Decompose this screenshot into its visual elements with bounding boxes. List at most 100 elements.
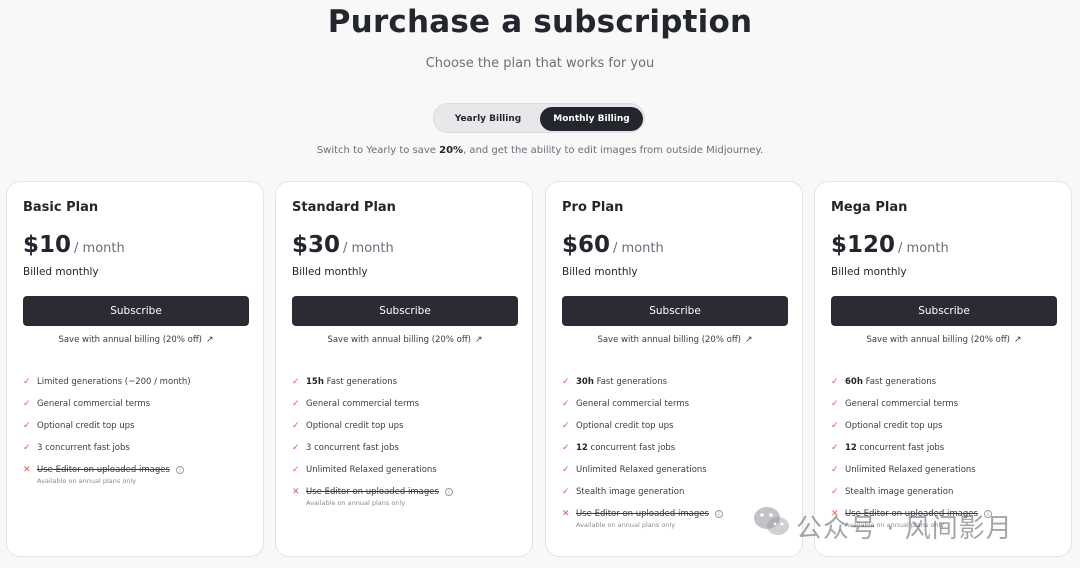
check-icon: ✓ <box>292 465 300 475</box>
annual-billing-link[interactable]: Save with annual billing (20% off) ↗ <box>276 335 534 345</box>
feature-label: Optional credit top ups <box>845 421 943 431</box>
feature-highlight: 12 <box>845 443 857 453</box>
cross-icon: ✕ <box>292 487 300 497</box>
feature-label: Stealth image generation <box>845 487 954 497</box>
feature-label: 3 concurrent fast jobs <box>306 443 399 453</box>
feature-item: ✓ 12 concurrent fast jobs <box>831 443 1061 465</box>
feature-label: Optional credit top ups <box>576 421 674 431</box>
check-icon: ✓ <box>831 399 839 409</box>
annual-billing-link[interactable]: Save with annual billing (20% off) ↗ <box>7 335 265 345</box>
yearly-savings-note: Switch to Yearly to save 20%, and get th… <box>0 145 1080 156</box>
feature-label: Fast generations <box>593 377 668 387</box>
feature-item: ✓ Limited generations (~200 / month) <box>23 377 253 399</box>
feature-text: Stealth image generation <box>845 487 953 497</box>
info-icon[interactable]: i <box>444 487 453 496</box>
check-icon: ✓ <box>292 399 300 409</box>
feature-item: ✓ 3 concurrent fast jobs <box>23 443 253 465</box>
billing-period-label: Billed monthly <box>562 266 638 278</box>
cross-icon: ✕ <box>562 509 570 519</box>
check-icon: ✓ <box>831 421 839 431</box>
plan-price: $60 <box>562 232 611 258</box>
plan-name: Mega Plan <box>831 200 908 215</box>
check-icon: ✓ <box>562 421 570 431</box>
feature-label: Stealth image generation <box>576 487 685 497</box>
feature-text: Use Editor on uploaded images i <box>306 487 453 497</box>
feature-item: ✓ 12 concurrent fast jobs <box>562 443 792 465</box>
feature-text: General commercial terms <box>576 399 689 409</box>
external-arrow-icon: ↗ <box>1014 335 1022 345</box>
annual-billing-link-label: Save with annual billing (20% off) <box>58 335 202 345</box>
watermark: 公众号 · 风间影月 <box>752 504 1052 544</box>
feature-text: 30h Fast generations <box>576 377 667 387</box>
subscribe-button[interactable]: Subscribe <box>562 296 788 326</box>
feature-item: ✓ Optional credit top ups <box>831 421 1061 443</box>
feature-text: 3 concurrent fast jobs <box>37 443 130 453</box>
plan-name: Standard Plan <box>292 200 396 215</box>
check-icon: ✓ <box>831 377 839 387</box>
price-period: / month <box>613 241 664 256</box>
monthly-billing-option[interactable]: Monthly Billing <box>540 107 643 131</box>
price-row: $60/ month <box>562 232 664 258</box>
feature-label: General commercial terms <box>845 399 959 409</box>
feature-highlight: 15h <box>306 377 324 387</box>
feature-item: ✓ Optional credit top ups <box>292 421 522 443</box>
annual-billing-link[interactable]: Save with annual billing (20% off) ↗ <box>546 335 804 345</box>
feature-text: Use Editor on uploaded images i <box>37 465 184 475</box>
external-arrow-icon: ↗ <box>745 335 753 345</box>
feature-label: Optional credit top ups <box>37 421 135 431</box>
external-arrow-icon: ↗ <box>475 335 483 345</box>
feature-text: 12 concurrent fast jobs <box>576 443 675 453</box>
feature-text: General commercial terms <box>306 399 419 409</box>
feature-label: Unlimited Relaxed generations <box>306 465 437 475</box>
check-icon: ✓ <box>23 443 31 453</box>
feature-item: ✓ 3 concurrent fast jobs <box>292 443 522 465</box>
external-arrow-icon: ↗ <box>206 335 214 345</box>
feature-hint: Available on annual plans only <box>37 477 137 485</box>
feature-list: ✓ 15h Fast generations ✓ General commercial… <box>292 377 522 509</box>
feature-label: Use Editor on uploaded images <box>576 509 709 519</box>
feature-text: Optional credit top ups <box>576 421 673 431</box>
feature-label: General commercial terms <box>37 399 151 409</box>
wechat-icon <box>754 507 789 535</box>
feature-item: ✓ Unlimited Relaxed generations <box>292 465 522 487</box>
feature-text: 12 concurrent fast jobs <box>845 443 944 453</box>
feature-highlight: 12 <box>576 443 588 453</box>
feature-label: Optional credit top ups <box>306 421 404 431</box>
feature-text: Optional credit top ups <box>306 421 403 431</box>
annual-billing-link[interactable]: Save with annual billing (20% off) ↗ <box>815 335 1073 345</box>
check-icon: ✓ <box>292 443 300 453</box>
feature-highlight: 30h <box>576 377 594 387</box>
feature-item: ✓ Unlimited Relaxed generations <box>831 465 1061 487</box>
feature-item-unavailable: ✕ Use Editor on uploaded images i Available… <box>292 487 522 509</box>
subscribe-button[interactable]: Subscribe <box>292 296 518 326</box>
check-icon: ✓ <box>831 443 839 453</box>
subscribe-button[interactable]: Subscribe <box>23 296 249 326</box>
annual-billing-link-label: Save with annual billing (20% off) <box>866 335 1010 345</box>
billing-toggle[interactable]: Yearly Billing Monthly Billing <box>433 103 645 133</box>
feature-label: concurrent fast jobs <box>856 443 945 453</box>
feature-item: ✓ Optional credit top ups <box>23 421 253 443</box>
check-icon: ✓ <box>562 465 570 475</box>
feature-label: Use Editor on uploaded images <box>306 487 439 497</box>
plan-card: Basic Plan $10/ month Billed monthly Subscr… <box>6 181 264 557</box>
info-icon[interactable]: i <box>714 509 723 518</box>
feature-text: Unlimited Relaxed generations <box>845 465 976 475</box>
check-icon: ✓ <box>23 421 31 431</box>
subscribe-button[interactable]: Subscribe <box>831 296 1057 326</box>
check-icon: ✓ <box>562 377 570 387</box>
info-icon[interactable]: i <box>175 465 184 474</box>
feature-text: General commercial terms <box>37 399 150 409</box>
check-icon: ✓ <box>292 421 300 431</box>
plan-card: Pro Plan $60/ month Billed monthly Subscrib… <box>545 181 803 557</box>
check-icon: ✓ <box>831 487 839 497</box>
price-row: $30/ month <box>292 232 394 258</box>
feature-text: Unlimited Relaxed generations <box>576 465 707 475</box>
plan-price: $120 <box>831 232 896 258</box>
plan-card: Standard Plan $30/ month Billed monthly Sub… <box>275 181 533 557</box>
feature-text: Optional credit top ups <box>845 421 942 431</box>
yearly-billing-option[interactable]: Yearly Billing <box>438 107 538 131</box>
billing-period-label: Billed monthly <box>23 266 99 278</box>
feature-text: 3 concurrent fast jobs <box>306 443 399 453</box>
annual-billing-link-label: Save with annual billing (20% off) <box>327 335 471 345</box>
plan-card: Mega Plan $120/ month Billed monthly Subscr… <box>814 181 1072 557</box>
